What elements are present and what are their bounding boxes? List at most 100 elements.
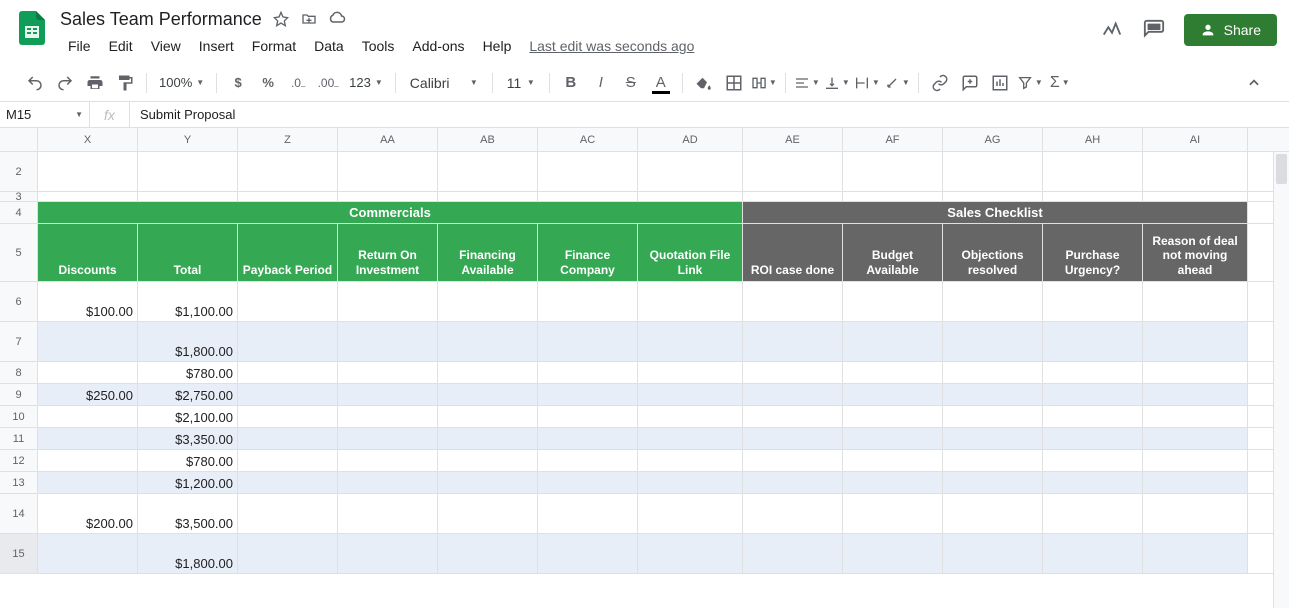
move-icon[interactable]: [300, 11, 318, 27]
menu-insert[interactable]: Insert: [191, 34, 242, 58]
cell[interactable]: $3,350.00: [138, 428, 238, 449]
comments-icon[interactable]: [1142, 18, 1166, 42]
cell[interactable]: [638, 428, 743, 449]
cell[interactable]: [1043, 534, 1143, 573]
cell[interactable]: [843, 428, 943, 449]
cell[interactable]: [1143, 384, 1248, 405]
cell[interactable]: [138, 192, 238, 201]
italic-icon[interactable]: I: [588, 70, 614, 96]
col-header-AG[interactable]: AG: [943, 128, 1043, 151]
cell[interactable]: [238, 152, 338, 191]
cell[interactable]: [238, 384, 338, 405]
cell[interactable]: [438, 152, 538, 191]
fill-color-icon[interactable]: [691, 70, 717, 96]
cell[interactable]: [743, 282, 843, 321]
cell[interactable]: [743, 192, 843, 201]
cell[interactable]: [238, 472, 338, 493]
row-header-15[interactable]: 15: [0, 534, 37, 574]
collapse-toolbar-icon[interactable]: [1241, 70, 1267, 96]
cell[interactable]: [1143, 428, 1248, 449]
cell[interactable]: [943, 152, 1043, 191]
row-header-4[interactable]: 4: [0, 202, 37, 224]
cell[interactable]: $2,750.00: [138, 384, 238, 405]
cell[interactable]: [538, 450, 638, 471]
col-header-AE[interactable]: AE: [743, 128, 843, 151]
cell[interactable]: [1043, 450, 1143, 471]
col-header-objections-resolved[interactable]: Objections resolved: [943, 224, 1043, 281]
borders-icon[interactable]: [721, 70, 747, 96]
cell[interactable]: [843, 384, 943, 405]
cell[interactable]: [743, 152, 843, 191]
cell[interactable]: [1043, 362, 1143, 383]
cell[interactable]: [238, 534, 338, 573]
cell[interactable]: [338, 152, 438, 191]
col-header-AI[interactable]: AI: [1143, 128, 1248, 151]
cell[interactable]: [943, 534, 1043, 573]
cell[interactable]: [438, 192, 538, 201]
col-header-reason-of-deal-not-moving-ahead[interactable]: Reason of deal not moving ahead: [1143, 224, 1248, 281]
cell[interactable]: [338, 494, 438, 533]
row-header-3[interactable]: 3: [0, 192, 37, 202]
cell[interactable]: [338, 384, 438, 405]
col-header-budget-available[interactable]: Budget Available: [843, 224, 943, 281]
cell[interactable]: [438, 472, 538, 493]
cell[interactable]: $3,500.00: [138, 494, 238, 533]
cell[interactable]: [638, 534, 743, 573]
valign-icon[interactable]: ▼: [824, 70, 850, 96]
paint-format-icon[interactable]: [112, 70, 138, 96]
cell[interactable]: [843, 322, 943, 361]
menu-file[interactable]: File: [60, 34, 99, 58]
cell[interactable]: [38, 362, 138, 383]
cell[interactable]: [538, 362, 638, 383]
cell[interactable]: [38, 192, 138, 201]
cell[interactable]: [138, 152, 238, 191]
col-header-AH[interactable]: AH: [1043, 128, 1143, 151]
cell[interactable]: [843, 406, 943, 427]
col-header-finance-company[interactable]: Finance Company: [538, 224, 638, 281]
cell[interactable]: [1043, 192, 1143, 201]
cell[interactable]: [338, 322, 438, 361]
currency-icon[interactable]: $: [225, 70, 251, 96]
cell[interactable]: [843, 192, 943, 201]
cell[interactable]: [1043, 428, 1143, 449]
cell[interactable]: [1043, 322, 1143, 361]
cell[interactable]: [438, 282, 538, 321]
cell[interactable]: [743, 428, 843, 449]
row-header-13[interactable]: 13: [0, 472, 37, 494]
cell[interactable]: [743, 534, 843, 573]
print-icon[interactable]: [82, 70, 108, 96]
bold-icon[interactable]: B: [558, 70, 584, 96]
cell[interactable]: [638, 282, 743, 321]
cell[interactable]: [843, 362, 943, 383]
cell[interactable]: [943, 494, 1043, 533]
cell[interactable]: [1143, 362, 1248, 383]
col-header-purchase-urgency-[interactable]: Purchase Urgency?: [1043, 224, 1143, 281]
row-header-10[interactable]: 10: [0, 406, 37, 428]
cell[interactable]: [438, 450, 538, 471]
cell[interactable]: [743, 384, 843, 405]
menu-format[interactable]: Format: [244, 34, 304, 58]
cell[interactable]: [843, 494, 943, 533]
cell[interactable]: $1,800.00: [138, 322, 238, 361]
cell[interactable]: $1,200.00: [138, 472, 238, 493]
col-header-AF[interactable]: AF: [843, 128, 943, 151]
cell[interactable]: [1143, 494, 1248, 533]
star-icon[interactable]: [272, 11, 290, 27]
cell[interactable]: [438, 384, 538, 405]
cell[interactable]: [38, 322, 138, 361]
functions-icon[interactable]: Σ▼: [1047, 70, 1073, 96]
col-header-quotation-file-link[interactable]: Quotation File Link: [638, 224, 743, 281]
cell[interactable]: [538, 406, 638, 427]
cell[interactable]: [1143, 534, 1248, 573]
cell[interactable]: $200.00: [38, 494, 138, 533]
cell[interactable]: [38, 428, 138, 449]
cell[interactable]: $250.00: [38, 384, 138, 405]
doc-title[interactable]: Sales Team Performance: [60, 9, 262, 30]
strikethrough-icon[interactable]: S: [618, 70, 644, 96]
cell[interactable]: [1143, 322, 1248, 361]
section-header-checklist[interactable]: Sales Checklist: [743, 202, 1248, 223]
cell[interactable]: [943, 472, 1043, 493]
cell[interactable]: [38, 450, 138, 471]
cell[interactable]: [38, 534, 138, 573]
col-header-Y[interactable]: Y: [138, 128, 238, 151]
